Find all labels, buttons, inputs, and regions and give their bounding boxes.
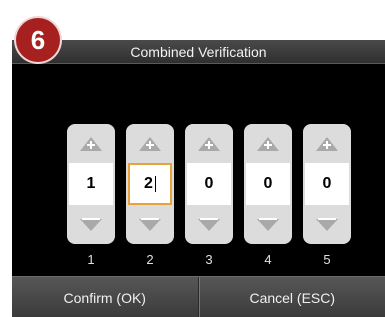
decrement-button-2[interactable]	[126, 208, 174, 240]
digit-value-2[interactable]: 2	[128, 163, 172, 205]
up-arrow-icon	[80, 137, 102, 151]
increment-button-4[interactable]	[244, 128, 292, 160]
increment-button-2[interactable]	[126, 128, 174, 160]
position-label-3: 3	[205, 252, 213, 267]
digit-position-labels: 1 2 3 4 5	[67, 252, 351, 267]
increment-button-5[interactable]	[303, 128, 351, 160]
digit-value-1[interactable]: 1	[69, 163, 113, 205]
digit-value-text: 0	[322, 175, 332, 192]
up-arrow-icon	[257, 137, 279, 151]
decrement-button-1[interactable]	[67, 208, 115, 240]
digit-spinner-5: 0	[303, 124, 351, 244]
increment-button-1[interactable]	[67, 128, 115, 160]
step-badge: 6	[16, 18, 60, 62]
position-label-4: 4	[264, 252, 272, 267]
digit-spinners: 1 2 0 0 0	[67, 124, 351, 244]
digit-spinner-1: 1	[67, 124, 115, 244]
up-arrow-icon	[139, 137, 161, 151]
position-label-5: 5	[323, 252, 331, 267]
digit-value-text: 0	[263, 175, 273, 192]
text-cursor	[154, 176, 156, 192]
down-arrow-icon	[257, 218, 279, 231]
device-screen: Combined Verification 1 2 0 0 0 1 2 3 4 …	[12, 40, 385, 317]
cancel-button[interactable]: Cancel (ESC)	[198, 277, 385, 317]
decrement-button-5[interactable]	[303, 208, 351, 240]
dialog-button-bar: Confirm (OK) Cancel (ESC)	[12, 276, 385, 317]
dialog-title: Combined Verification	[12, 40, 385, 64]
decrement-button-4[interactable]	[244, 208, 292, 240]
digit-value-4[interactable]: 0	[246, 163, 290, 205]
increment-button-3[interactable]	[185, 128, 233, 160]
digit-value-text: 0	[204, 175, 214, 192]
digit-value-5[interactable]: 0	[305, 163, 349, 205]
digit-value-3[interactable]: 0	[187, 163, 231, 205]
down-arrow-icon	[198, 218, 220, 231]
decrement-button-3[interactable]	[185, 208, 233, 240]
up-arrow-icon	[316, 137, 338, 151]
confirm-button[interactable]: Confirm (OK)	[12, 277, 199, 317]
position-label-1: 1	[87, 252, 95, 267]
digit-spinner-4: 0	[244, 124, 292, 244]
down-arrow-icon	[139, 218, 161, 231]
down-arrow-icon	[80, 218, 102, 231]
digit-spinner-3: 0	[185, 124, 233, 244]
up-arrow-icon	[198, 137, 220, 151]
down-arrow-icon	[316, 218, 338, 231]
position-label-2: 2	[146, 252, 154, 267]
digit-value-text: 2	[144, 175, 153, 192]
digit-spinner-2: 2	[126, 124, 174, 244]
digit-value-text: 1	[86, 175, 96, 192]
